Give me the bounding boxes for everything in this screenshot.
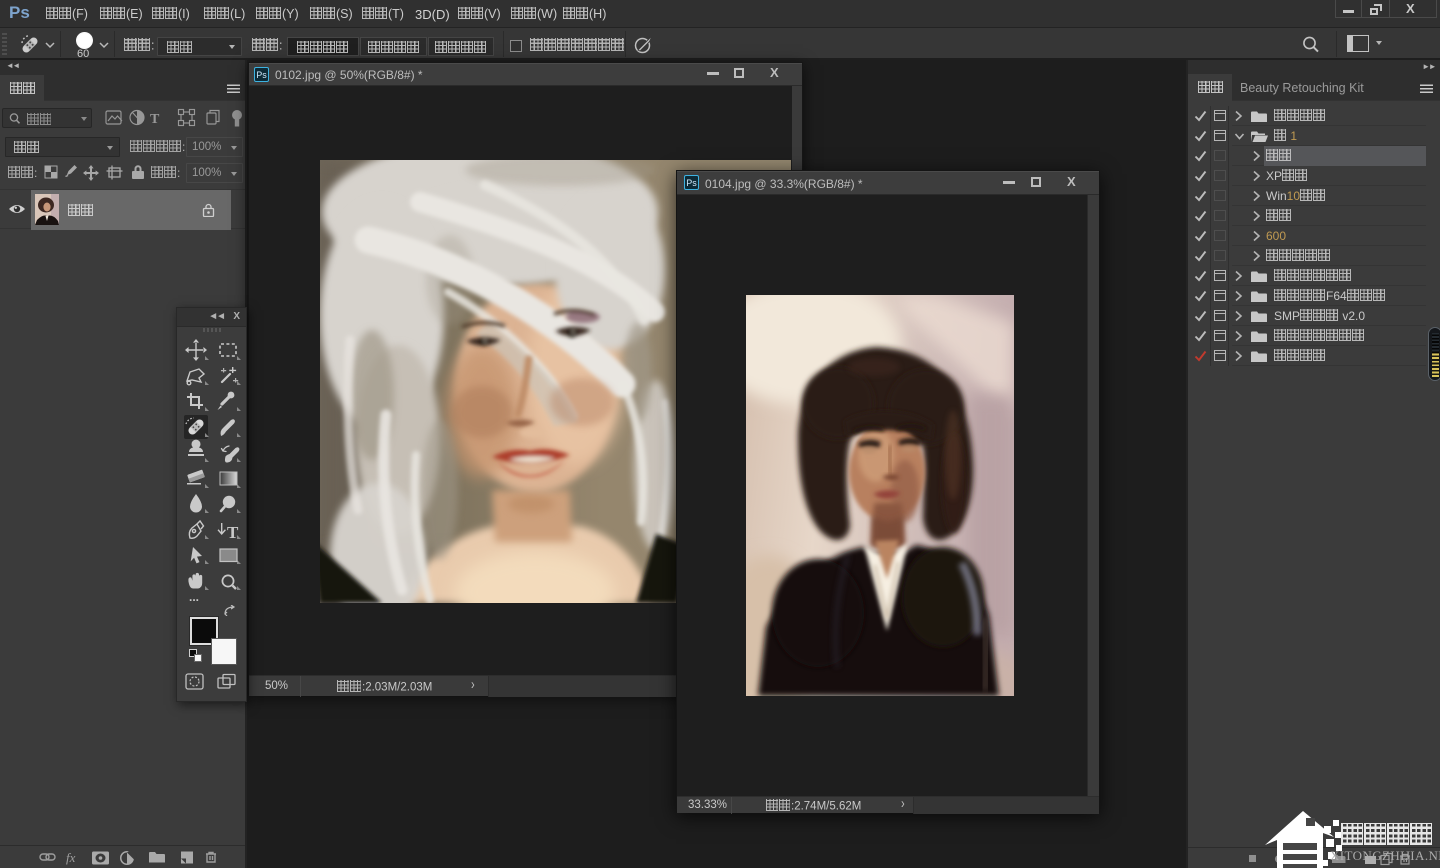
svg-text:fx: fx [66, 850, 76, 865]
svg-text:T: T [150, 112, 160, 127]
svg-text:T: T [227, 523, 239, 542]
